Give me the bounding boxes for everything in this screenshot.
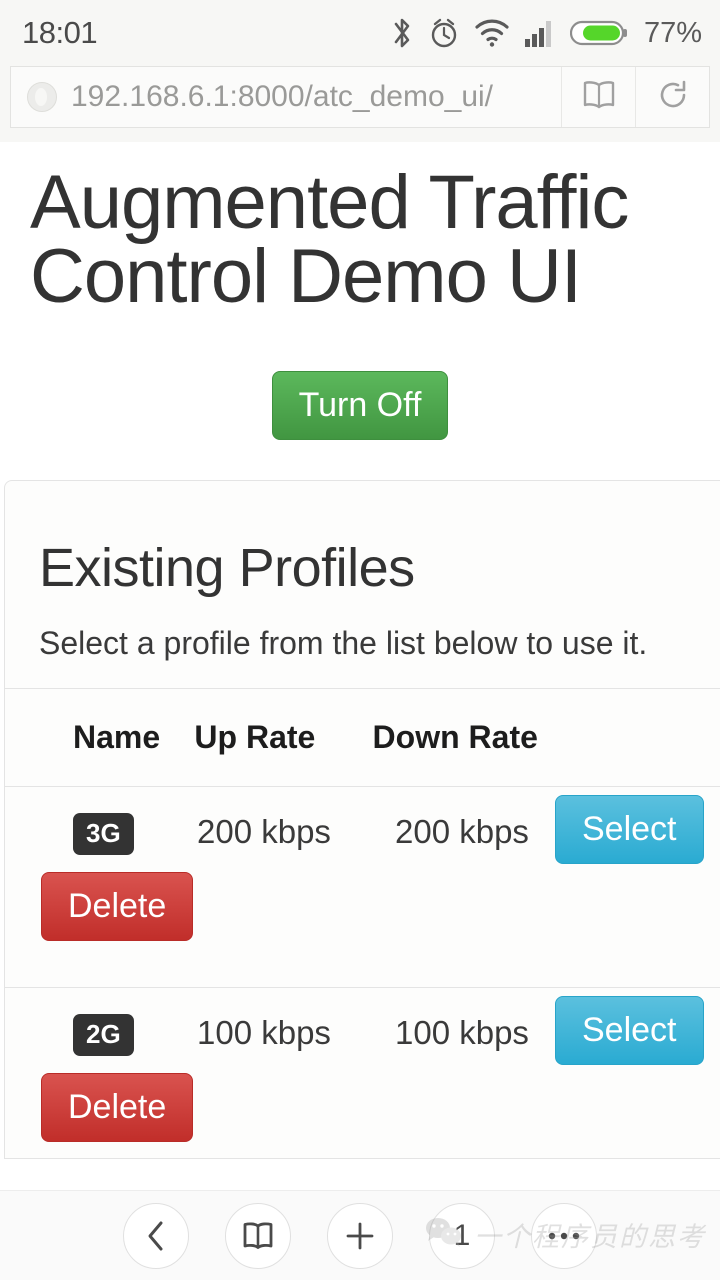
panel-heading: Existing Profiles (39, 537, 694, 599)
profile-down-rate: 100 kbps (395, 1014, 529, 1052)
row-cells: 2G 100 kbps 100 kbps Select Delete (5, 988, 720, 1158)
globe-icon (27, 82, 57, 112)
column-header-actions (580, 689, 720, 787)
profile-up-rate: 100 kbps (197, 1014, 331, 1052)
column-header-name: Name (5, 689, 194, 787)
panel-body: Existing Profiles Select a profile from … (5, 481, 720, 688)
ellipsis-icon (547, 1230, 581, 1242)
delete-button[interactable]: Delete (41, 872, 193, 941)
turn-off-button[interactable]: Turn Off (272, 371, 449, 440)
cellular-signal-icon (524, 18, 556, 48)
delete-button[interactable]: Delete (41, 1073, 193, 1142)
tab-count-button[interactable]: 1 (429, 1203, 495, 1269)
profiles-table: Name Up Rate Down Rate 3G 200 kbps 200 k… (5, 688, 720, 1159)
battery-percent-label: 77% (644, 17, 702, 50)
panel-subtitle: Select a profile from the list below to … (39, 625, 694, 662)
profile-up-rate: 200 kbps (197, 813, 331, 851)
alarm-clock-icon (428, 16, 460, 50)
page-title: Augmented Traffic Control Demo UI (0, 166, 720, 315)
address-bar-container: 192.168.6.1:8000/atc_demo_ui/ (10, 66, 710, 128)
book-icon (241, 1221, 275, 1251)
chevron-left-icon (143, 1219, 169, 1253)
table-row[interactable]: 2G 100 kbps 100 kbps Select Delete (5, 988, 720, 1159)
tab-count-label: 1 (454, 1219, 471, 1253)
more-menu-button[interactable] (531, 1203, 597, 1269)
status-icons: 77% (390, 16, 702, 50)
power-toggle-row: Turn Off (0, 371, 720, 440)
profile-down-rate: 200 kbps (395, 813, 529, 851)
row-cells: 3G 200 kbps 200 kbps Select Delete (5, 787, 720, 987)
url-text: 192.168.6.1:8000/atc_demo_ui/ (71, 80, 493, 114)
table-header-row: Name Up Rate Down Rate (5, 689, 720, 787)
browser-bottom-nav: 1 (0, 1190, 720, 1280)
profile-name-badge: 3G (73, 813, 134, 855)
profile-name-badge: 2G (73, 1014, 134, 1056)
select-button[interactable]: Select (555, 795, 704, 864)
status-bar: 18:01 (0, 0, 720, 66)
browser-address-bar: 192.168.6.1:8000/atc_demo_ui/ (0, 66, 720, 142)
select-button[interactable]: Select (555, 996, 704, 1065)
new-tab-button[interactable] (327, 1203, 393, 1269)
url-input[interactable]: 192.168.6.1:8000/atc_demo_ui/ (11, 67, 561, 127)
bookmarks-button[interactable] (225, 1203, 291, 1269)
reload-button[interactable] (635, 67, 709, 127)
table-row[interactable]: 3G 200 kbps 200 kbps Select Delete (5, 787, 720, 988)
bookmark-button[interactable] (561, 67, 635, 127)
table-body: 3G 200 kbps 200 kbps Select Delete 2G 10 (5, 787, 720, 1159)
battery-icon (570, 18, 628, 48)
plus-icon (344, 1220, 376, 1252)
book-icon (581, 80, 617, 115)
status-clock: 18:01 (22, 15, 97, 51)
existing-profiles-panel: Existing Profiles Select a profile from … (4, 480, 720, 1159)
back-button[interactable] (123, 1203, 189, 1269)
column-header-up-rate: Up Rate (194, 689, 372, 787)
column-header-down-rate: Down Rate (373, 689, 581, 787)
bluetooth-icon (390, 16, 414, 50)
wifi-icon (474, 18, 510, 48)
refresh-icon (656, 78, 690, 117)
table-head: Name Up Rate Down Rate (5, 689, 720, 787)
page-content: Augmented Traffic Control Demo UI Turn O… (0, 142, 720, 1159)
